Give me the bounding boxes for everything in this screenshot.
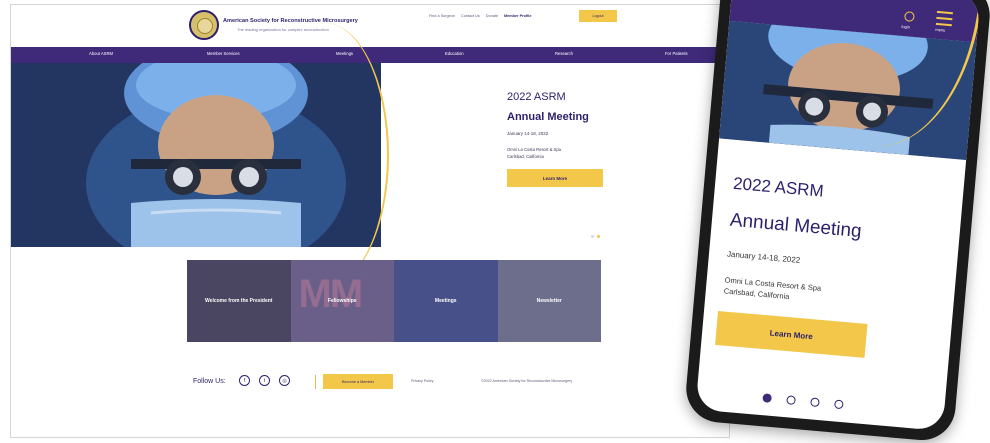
learn-more-button[interactable]: Learn More (507, 169, 603, 187)
mobile-learn-more-button[interactable]: Learn More (715, 310, 868, 358)
logout-button[interactable]: Logout (579, 10, 617, 22)
hero-title-line1: 2022 ASRM (507, 91, 566, 103)
hero-title-line2: Annual Meeting (507, 111, 589, 123)
carousel-dot[interactable] (810, 397, 820, 408)
copyright-text: ©2022 American Society for Reconstructiv… (481, 379, 573, 383)
tile-label: Newsletter (536, 298, 562, 304)
tile-fellowships[interactable]: MM Fellowships (290, 260, 394, 342)
carousel-dot[interactable] (591, 235, 594, 238)
carousel-dot[interactable] (786, 395, 796, 406)
mobile-hero-date: January 14-18, 2022 (726, 249, 801, 265)
privacy-policy-link[interactable]: Privacy Policy (411, 379, 433, 383)
nav-education[interactable]: Education (445, 51, 464, 56)
twitter-icon[interactable]: t (259, 375, 270, 386)
desktop-mockup: American Society for Reconstructive Micr… (10, 4, 730, 438)
carousel-dot[interactable] (833, 399, 844, 410)
tile-president[interactable]: Welcome from the President (187, 260, 291, 342)
facebook-icon[interactable]: f (239, 375, 250, 386)
site-name: American Society for Reconstructive Micr… (223, 18, 358, 24)
carousel-dot[interactable] (762, 393, 773, 403)
hero-date: January 14-18, 2022 (507, 131, 549, 136)
tile-label: Fellowships (327, 298, 357, 304)
tile-label: Welcome from the President (205, 298, 273, 304)
tile-newsletter[interactable]: Newsletter (497, 260, 601, 342)
mobile-hero-title-line2: Annual Meeting (729, 209, 863, 243)
donate-link[interactable]: Donate (486, 14, 498, 18)
nav-for-patients[interactable]: For Patients (665, 51, 688, 56)
footer-divider (315, 375, 316, 389)
tile-meetings[interactable]: Meetings (394, 260, 498, 342)
feature-tiles: Welcome from the President MM Fellowship… (187, 260, 601, 342)
contact-link[interactable]: Contact Us (461, 14, 480, 18)
follow-us-label: Follow Us: (193, 378, 226, 385)
site-header: American Society for Reconstructive Micr… (11, 5, 729, 47)
site-footer: Follow Us: f t ◎ Become a Member Privacy… (11, 371, 729, 401)
tile-label: Meetings (434, 298, 457, 304)
asrm-logo[interactable] (189, 10, 219, 40)
find-surgeon-link[interactable]: Find a Surgeon (429, 14, 455, 18)
gold-arc-decoration (261, 23, 389, 287)
microsurgery-fellowship-match-logo: MM (298, 272, 364, 316)
member-profile-link[interactable]: Member Profile (504, 14, 531, 18)
hero-carousel: 2022 ASRM Annual Meeting January 14-18, … (11, 23, 729, 287)
hero-location-venue: Omni La Costa Resort & Spa (507, 147, 561, 152)
nav-about[interactable]: About ASRM (89, 51, 113, 56)
nav-research[interactable]: Research (555, 51, 573, 56)
instagram-icon[interactable]: ◎ (279, 375, 290, 386)
nav-member-services[interactable]: Member Services (207, 51, 240, 56)
mobile-hero-title-line1: 2022 ASRM (732, 173, 825, 201)
carousel-dot[interactable] (597, 235, 600, 238)
mobile-screen: login menu 2022 ASRM Annual Meeting Janu… (695, 0, 981, 431)
hero-location-city: Carlsbad, California (507, 154, 544, 159)
mobile-mockup: login menu 2022 ASRM Annual Meeting Janu… (683, 0, 990, 443)
utility-links: Find a Surgeon Contact Us Donate Member … (429, 14, 531, 18)
become-member-button[interactable]: Become a Member (323, 374, 393, 389)
